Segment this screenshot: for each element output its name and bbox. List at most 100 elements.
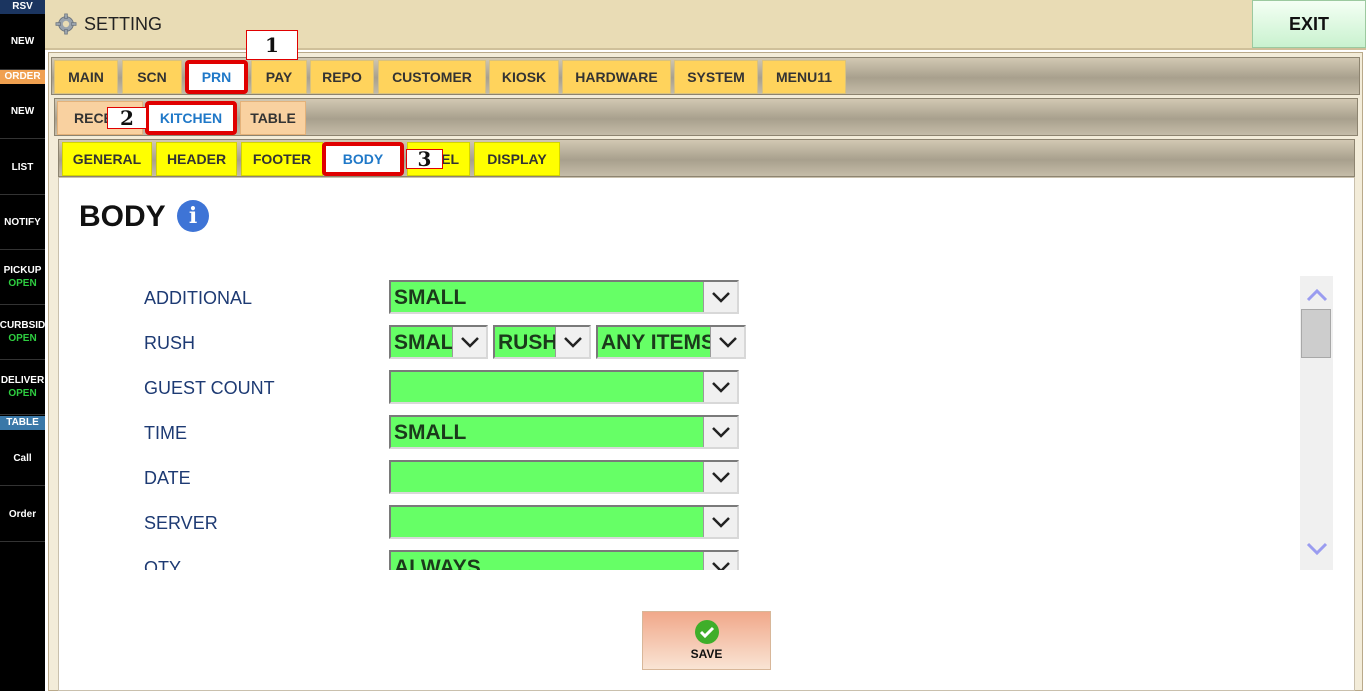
row-label-date: DATE (144, 468, 191, 488)
tab-kiosk[interactable]: KIOSK (489, 60, 559, 94)
callout-badge-3: 3 (406, 147, 443, 171)
curbside-status: OPEN (8, 333, 37, 344)
server-select[interactable] (389, 505, 739, 539)
info-icon[interactable]: i (177, 200, 209, 232)
delivery-status: OPEN (8, 388, 37, 399)
row-label-additional: ADDITIONAL (144, 288, 253, 308)
chevron-down-icon[interactable] (703, 552, 737, 570)
save-button[interactable]: SAVE (642, 611, 771, 670)
chevron-down-icon[interactable] (703, 462, 737, 492)
call-button[interactable]: Call (0, 431, 45, 486)
table-header: TABLE (0, 416, 45, 430)
tab-label: MENU11 (775, 69, 833, 85)
chevron-down-icon[interactable] (703, 282, 737, 312)
tab-system[interactable]: SYSTEM (674, 60, 758, 94)
rsv-new-button[interactable]: NEW (0, 14, 45, 70)
select-value: SMALL (394, 286, 467, 309)
rush-text-select[interactable]: RUSH (493, 325, 591, 359)
time-select[interactable]: SMALL (389, 415, 739, 449)
curbside-button[interactable]: CURBSID OPEN (0, 305, 45, 360)
additional-select[interactable]: SMALL (389, 280, 739, 314)
select-value: ANY ITEMS (601, 331, 715, 354)
tab-label: SYSTEM (687, 69, 745, 85)
tab-label: PAY (265, 69, 293, 85)
tab-menu11[interactable]: MENU11 (762, 60, 846, 94)
tab-footer[interactable]: FOOTER (241, 142, 323, 176)
row-label-time: TIME (144, 423, 187, 443)
list-button[interactable]: LIST (0, 140, 45, 195)
row-label-server: SERVER (144, 513, 218, 533)
scrollbar-thumb[interactable] (1301, 309, 1331, 358)
page-header-title: SETTING (84, 14, 163, 34)
select-value: RUSH (498, 331, 558, 354)
tab-label: CUSTOMER (392, 69, 472, 85)
call-label: Call (13, 452, 32, 464)
select-value: ALWAYS (394, 556, 481, 570)
order-header: ORDER (0, 70, 45, 84)
settings-list: ADDITIONAL SMALL RUSH SMAL RUSH ANY ITEM… (59, 276, 1299, 570)
order-label: Order (8, 508, 37, 520)
callout-badge-1: 1 (246, 30, 298, 60)
tab-hardware[interactable]: HARDWARE (562, 60, 671, 94)
callout-badge-2: 2 (107, 106, 147, 130)
page-title: BODY (79, 200, 166, 233)
chevron-down-icon[interactable] (1305, 538, 1329, 560)
qty-select[interactable]: ALWAYS (389, 550, 739, 570)
tab-repo[interactable]: REPO (310, 60, 374, 94)
chevron-down-icon[interactable] (703, 417, 737, 447)
tab-header[interactable]: HEADER (156, 142, 237, 176)
pickup-label: PICKUP (3, 265, 42, 276)
sub-tab-strip: RECE KITCHEN TABLE (54, 98, 1358, 136)
tab-general[interactable]: GENERAL (62, 142, 152, 176)
tab-label: SCN (137, 69, 167, 85)
tab-label: PRN (201, 69, 232, 85)
tab-label: GENERAL (72, 151, 142, 167)
date-select[interactable] (389, 460, 739, 494)
exit-label: EXIT (1288, 13, 1329, 34)
chevron-down-icon[interactable] (703, 372, 737, 402)
checkmark-icon (694, 620, 719, 644)
guest-count-select[interactable] (389, 370, 739, 404)
tab-prn[interactable]: PRN (185, 60, 248, 94)
list-label: LIST (11, 161, 34, 173)
tab-label: BODY (342, 151, 384, 167)
rsv-header: RSV (0, 0, 45, 14)
tab-label: TABLE (250, 110, 296, 126)
tab-label: KIOSK (501, 69, 547, 85)
rsv-new-label: NEW (10, 36, 35, 47)
tab-label: HEADER (166, 151, 227, 167)
tab-label: REPO (322, 69, 362, 85)
notify-label: NOTIFY (4, 216, 41, 228)
tab-table[interactable]: TABLE (240, 101, 306, 135)
gear-icon (55, 13, 77, 35)
order-button[interactable]: Order (0, 487, 45, 542)
pickup-button[interactable]: PICKUP OPEN (0, 250, 45, 305)
top-bar: SETTING EXIT (45, 0, 1366, 50)
tab-kitchen[interactable]: KITCHEN (145, 101, 237, 135)
chevron-down-icon[interactable] (555, 327, 589, 357)
vertical-scrollbar[interactable] (1300, 276, 1333, 570)
tab-pay[interactable]: PAY (251, 60, 307, 94)
tab-label: EL (441, 151, 459, 167)
select-value: SMALL (394, 421, 467, 444)
tab-display[interactable]: DISPLAY (474, 142, 560, 176)
chevron-down-icon[interactable] (703, 507, 737, 537)
order-new-button[interactable]: NEW (0, 84, 45, 139)
chevron-up-icon[interactable] (1305, 284, 1329, 306)
rush-size-select[interactable]: SMAL (389, 325, 488, 359)
rush-items-select[interactable]: ANY ITEMS (596, 325, 746, 359)
curbside-label: CURBSID (0, 320, 45, 331)
tab-customer[interactable]: CUSTOMER (378, 60, 486, 94)
exit-button[interactable]: EXIT (1252, 0, 1366, 48)
tab-label: DISPLAY (487, 151, 547, 167)
chevron-down-icon[interactable] (710, 327, 744, 357)
tab-scn[interactable]: SCN (122, 60, 182, 94)
delivery-button[interactable]: DELIVER OPEN (0, 360, 45, 415)
tab-main[interactable]: MAIN (54, 60, 118, 94)
pickup-status: OPEN (8, 278, 37, 289)
select-value: SMAL (394, 331, 454, 354)
tab-label: HARDWARE (575, 69, 658, 85)
chevron-down-icon[interactable] (452, 327, 486, 357)
tab-body[interactable]: BODY (322, 142, 404, 176)
notify-button[interactable]: NOTIFY (0, 195, 45, 250)
